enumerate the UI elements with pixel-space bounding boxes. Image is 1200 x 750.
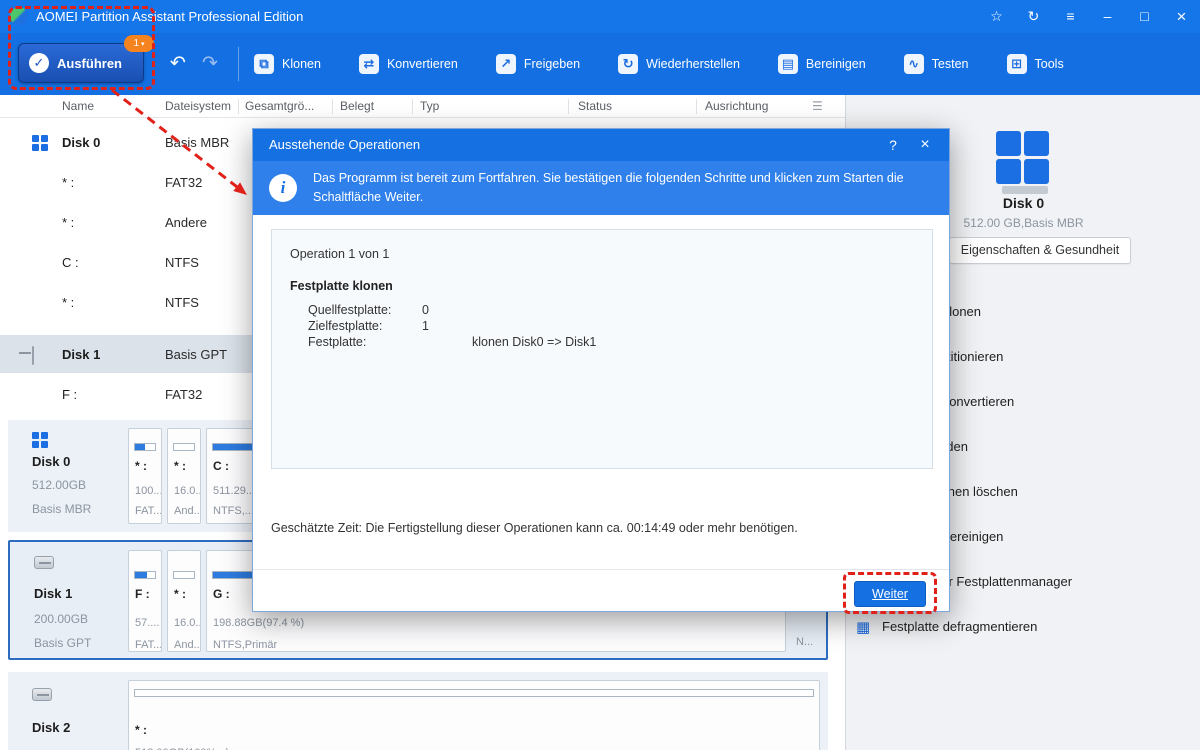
- undo-button[interactable]: ↶: [170, 51, 186, 77]
- toolbar-nav: ⧉ Klonen ⇄ Konvertieren ↗ Freigeben ↻ Wi…: [254, 33, 1064, 95]
- window-title: AOMEI Partition Assistant Professional E…: [36, 9, 304, 24]
- col-type[interactable]: Typ: [420, 95, 439, 118]
- share-icon: ↗: [495, 54, 516, 74]
- table-header: Name Dateisystem Gesamtgrö... Belegt Typ…: [0, 95, 845, 118]
- col-align[interactable]: Ausrichtung: [705, 95, 768, 118]
- disk-gray-icon: [32, 688, 52, 701]
- usage-bar: [173, 443, 195, 451]
- dialog-info-text: Das Programm ist bereit zum Fortfahren. …: [313, 171, 904, 205]
- header-divider: [696, 99, 697, 114]
- dialog-titlebar: Ausstehende Operationen ? ×: [253, 129, 949, 161]
- badge-count: 1: [133, 38, 140, 49]
- sync-icon[interactable]: ↻: [1015, 0, 1052, 33]
- disk2-panel[interactable]: Disk 2 * : 512.00GB(100%...): [8, 672, 828, 750]
- usage-bar: [134, 443, 156, 451]
- estimated-time-text: Geschätzte Zeit: Die Fertigstellung dies…: [271, 521, 798, 535]
- toolbar: ✓ Ausführen 1 ▾ ↶ ↷ ⧉ Klonen ⇄ Konvertie…: [0, 33, 1200, 95]
- operation-count: Operation 1 von 1: [290, 247, 390, 261]
- dialog-info-banner: i Das Programm ist bereit zum Fortfahren…: [253, 161, 949, 215]
- titlebar: AOMEI Partition Assistant Professional E…: [0, 0, 1200, 33]
- test-icon: ∿: [903, 54, 924, 74]
- toolbar-item-bereinigen[interactable]: ▤ Bereinigen: [777, 54, 866, 74]
- disk-gray-icon: [32, 346, 34, 365]
- disk-blue-icon: [32, 135, 48, 151]
- toolbar-item-tools[interactable]: ⊞ Tools: [1006, 54, 1064, 74]
- help-icon[interactable]: ?: [881, 129, 905, 161]
- toolbar-item-klonen[interactable]: ⧉ Klonen: [254, 54, 321, 74]
- maximize-button[interactable]: □: [1126, 0, 1163, 33]
- close-button[interactable]: ×: [1163, 0, 1200, 33]
- partition-block[interactable]: * : 100... FAT...: [128, 428, 162, 524]
- chevron-down-icon: ▾: [141, 40, 145, 48]
- unallocated-trailing-label: N...: [796, 636, 814, 648]
- disk-gray-icon: [34, 556, 54, 569]
- operation-detail: Quellfestplatte: 0: [308, 303, 429, 317]
- partition-block[interactable]: * : 16.0... And...: [167, 550, 201, 652]
- defrag-icon: ▦: [856, 619, 871, 636]
- convert-icon: ⇄: [358, 54, 379, 74]
- toolbar-item-freigeben[interactable]: ↗ Freigeben: [495, 54, 580, 74]
- app-logo-icon: [10, 7, 28, 25]
- pending-operations-badge[interactable]: 1 ▾: [124, 35, 154, 52]
- header-divider: [332, 99, 333, 114]
- dialog-title: Ausstehende Operationen: [269, 137, 421, 152]
- operation-title: Festplatte klonen: [290, 279, 393, 293]
- toolbar-item-testen[interactable]: ∿ Testen: [903, 54, 969, 74]
- pending-operations-dialog: Ausstehende Operationen ? × i Das Progra…: [252, 128, 950, 612]
- col-size[interactable]: Gesamtgrö...: [245, 95, 314, 118]
- operations-list-box: Operation 1 von 1 Festplatte klonen Quel…: [271, 229, 933, 469]
- header-divider: [568, 99, 569, 114]
- toolbar-item-konvertieren[interactable]: ⇄ Konvertieren: [358, 54, 458, 74]
- info-icon: i: [269, 174, 297, 202]
- app-window: AOMEI Partition Assistant Professional E…: [0, 0, 1200, 750]
- header-divider: [238, 99, 239, 114]
- usage-bar: [134, 689, 814, 697]
- clean-icon: ▤: [777, 54, 798, 74]
- operation-detail: Festplatte: klonen Disk0 => Disk1: [308, 335, 597, 349]
- minimize-button[interactable]: –: [1089, 0, 1126, 33]
- check-circle-icon: ✓: [29, 53, 49, 73]
- sidebar-item-festplatte-defragmentieren[interactable]: ▦ Festplatte defragmentieren: [846, 611, 1200, 643]
- col-status[interactable]: Status: [578, 95, 612, 118]
- redo-button[interactable]: ↷: [202, 51, 218, 77]
- weiter-button[interactable]: Weiter: [854, 581, 926, 607]
- operation-detail: Zielfestplatte: 1: [308, 319, 429, 333]
- partition-block[interactable]: * : 16.0... And...: [167, 428, 201, 524]
- usage-bar: [134, 571, 156, 579]
- tools-icon: ⊞: [1006, 54, 1027, 74]
- usage-bar: [173, 571, 195, 579]
- apply-button-label: Ausführen: [57, 55, 122, 71]
- toolbar-divider: [238, 47, 239, 81]
- partition-block[interactable]: F : 57.... FAT...: [128, 550, 162, 652]
- col-used[interactable]: Belegt: [340, 95, 374, 118]
- col-fs[interactable]: Dateisystem: [165, 95, 231, 118]
- column-options-icon[interactable]: ☰: [812, 95, 823, 118]
- col-name[interactable]: Name: [62, 95, 94, 118]
- star-icon[interactable]: ☆: [978, 0, 1015, 33]
- hamburger-menu-icon[interactable]: ≡: [1052, 0, 1089, 33]
- toolbar-item-wiederherstellen[interactable]: ↻ Wiederherstellen: [618, 54, 740, 74]
- dialog-footer-divider: [253, 569, 949, 570]
- disk-blue-icon: [32, 432, 48, 448]
- window-controls: ☆ ↻ ≡ – □ ×: [978, 0, 1200, 33]
- dialog-close-icon[interactable]: ×: [913, 129, 937, 161]
- clone-icon: ⧉: [254, 54, 274, 74]
- disk-blue-large-icon: [996, 131, 1052, 194]
- header-divider: [412, 99, 413, 114]
- restore-icon: ↻: [618, 54, 639, 74]
- partition-block[interactable]: * : 512.00GB(100%...): [128, 680, 820, 750]
- properties-health-button[interactable]: Eigenschaften & Gesundheit: [949, 237, 1131, 264]
